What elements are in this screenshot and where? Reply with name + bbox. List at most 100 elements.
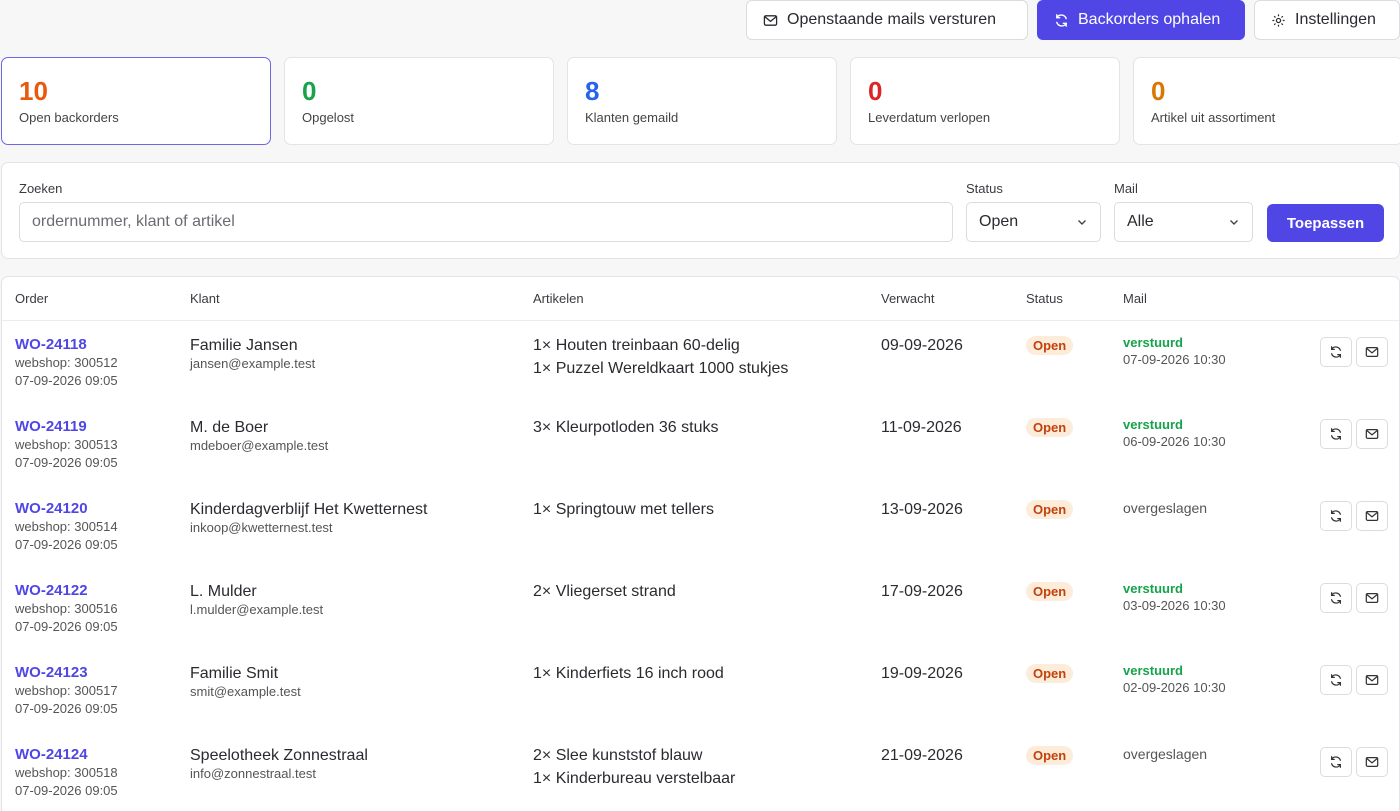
order-created: 07-09-2026 09:05 <box>15 373 118 388</box>
order-cell: WO-24124 webshop: 300518 07-09-2026 09:0… <box>15 746 118 800</box>
col-mail: Mail <box>1123 291 1147 306</box>
row-mail-button[interactable] <box>1356 665 1388 695</box>
row-refresh-button[interactable] <box>1320 419 1352 449</box>
customer-cell: Speelotheek Zonnestraal info@zonnestraal… <box>190 746 368 783</box>
status-select[interactable]: Open <box>966 202 1101 242</box>
stat-value: 0 <box>1151 76 1166 106</box>
col-items: Artikelen <box>533 291 584 306</box>
customer-name: Familie Jansen <box>190 337 298 354</box>
stat-card-delivery-expired[interactable]: 0 Leverdatum verlopen <box>850 57 1120 145</box>
row-refresh-button[interactable] <box>1320 665 1352 695</box>
mail-cell: verstuurd 03-09-2026 10:30 <box>1123 581 1226 615</box>
customer-name: Speelotheek Zonnestraal <box>190 747 368 764</box>
mail-date: 07-09-2026 10:30 <box>1123 352 1226 367</box>
status-badge: Open <box>1026 664 1074 683</box>
order-cell: WO-24118 webshop: 300512 07-09-2026 09:0… <box>15 336 118 390</box>
refresh-icon <box>1331 592 1341 604</box>
table-row: WO-24122 webshop: 300516 07-09-2026 09:0… <box>2 567 1399 649</box>
stat-label: Leverdatum verlopen <box>868 110 991 125</box>
expected-date: 11-09-2026 <box>881 419 962 436</box>
stat-label: Open backorders <box>19 110 119 125</box>
order-cell: WO-24119 webshop: 300513 07-09-2026 09:0… <box>15 418 118 472</box>
apply-button[interactable]: Toepassen <box>1267 204 1384 242</box>
customer-email: l.mulder@example.test <box>190 602 324 617</box>
stat-label: Klanten gemaild <box>585 110 679 125</box>
table-row: WO-24119 webshop: 300513 07-09-2026 09:0… <box>2 403 1399 485</box>
settings-button[interactable]: Instellingen <box>1254 0 1400 40</box>
row-refresh-button[interactable] <box>1320 747 1352 777</box>
row-refresh-button[interactable] <box>1320 337 1352 367</box>
row-mail-button[interactable] <box>1356 747 1388 777</box>
customer-cell: Familie Smit smit@example.test <box>190 664 301 701</box>
stat-label: Opgelost <box>302 110 355 125</box>
order-link[interactable]: WO-24124 <box>15 746 118 764</box>
expected-cell: 17-09-2026 <box>881 582 963 601</box>
webshop-id: webshop: 300516 <box>15 601 118 616</box>
expected-date: 13-09-2026 <box>881 501 963 518</box>
items-cell: 2× Vliegerset strand <box>533 580 676 603</box>
customer-email: info@zonnestraal.test <box>190 766 316 781</box>
item-line: 1× Puzzel Wereldkaart 1000 stukjes <box>533 360 789 377</box>
stat-card-resolved[interactable]: 0 Opgelost <box>284 57 554 145</box>
col-status: Status <box>1026 291 1063 306</box>
mail-status: verstuurd <box>1123 663 1183 678</box>
gear-icon <box>1272 13 1285 27</box>
customer-cell: Familie Jansen jansen@example.test <box>190 336 315 373</box>
expected-date: 21-09-2026 <box>881 747 963 764</box>
mail-status: verstuurd <box>1123 417 1183 432</box>
expected-cell: 21-09-2026 <box>881 746 963 765</box>
stat-card-open-backorders[interactable]: 10 Open backorders <box>1 57 271 145</box>
order-link[interactable]: WO-24118 <box>15 336 118 354</box>
row-refresh-button[interactable] <box>1320 583 1352 613</box>
order-link[interactable]: WO-24119 <box>15 418 118 436</box>
mail-icon <box>1365 593 1379 603</box>
row-refresh-button[interactable] <box>1320 501 1352 531</box>
order-link[interactable]: WO-24120 <box>15 500 118 518</box>
items-cell: 1× Kinderfiets 16 inch rood <box>533 662 724 685</box>
mail-cell: verstuurd 06-09-2026 10:30 <box>1123 417 1226 451</box>
customer-name: M. de Boer <box>190 419 269 436</box>
order-cell: WO-24120 webshop: 300514 07-09-2026 09:0… <box>15 500 118 554</box>
settings-label: Instellingen <box>1295 11 1376 28</box>
stat-cards: 10 Open backorders 0 Opgelost 8 Klanten … <box>1 57 1400 145</box>
customer-email: jansen@example.test <box>190 356 316 371</box>
refresh-icon <box>1331 756 1341 768</box>
order-cell: WO-24123 webshop: 300517 07-09-2026 09:0… <box>15 664 118 718</box>
order-created: 07-09-2026 09:05 <box>15 455 118 470</box>
table-row: WO-24124 webshop: 300518 07-09-2026 09:0… <box>2 731 1399 811</box>
expected-date: 17-09-2026 <box>881 583 963 600</box>
item-line: 2× Vliegerset strand <box>533 583 676 600</box>
search-placeholder: ordernummer, klant of artikel <box>32 213 235 230</box>
backorders-page: Openstaande mails versturen Backorders o… <box>0 0 1400 811</box>
status-select-value: Open <box>979 213 1019 230</box>
row-mail-button[interactable] <box>1356 337 1388 367</box>
mail-select[interactable]: Alle <box>1114 202 1253 242</box>
send-pending-mails-button[interactable]: Openstaande mails versturen <box>746 0 1028 40</box>
row-mail-button[interactable] <box>1356 419 1388 449</box>
mail-cell: verstuurd 02-09-2026 10:30 <box>1123 663 1226 697</box>
mail-status: verstuurd <box>1123 581 1183 596</box>
item-line: 1× Springtouw met tellers <box>533 501 714 518</box>
status-cell: Open <box>1026 500 1074 519</box>
fetch-backorders-button[interactable]: Backorders ophalen <box>1037 0 1245 40</box>
status-cell: Open <box>1026 418 1074 437</box>
status-cell: Open <box>1026 336 1074 355</box>
search-label: Zoeken <box>19 181 63 196</box>
row-mail-button[interactable] <box>1356 501 1388 531</box>
stat-value: 10 <box>19 76 48 106</box>
customer-cell: Kinderdagverblijf Het Kwetternest inkoop… <box>190 500 427 537</box>
table-row: WO-24120 webshop: 300514 07-09-2026 09:0… <box>2 485 1399 567</box>
order-created: 07-09-2026 09:05 <box>15 619 118 634</box>
stat-card-discontinued[interactable]: 0 Artikel uit assortiment <box>1133 57 1400 145</box>
customer-name: Familie Smit <box>190 665 279 682</box>
status-badge: Open <box>1026 746 1074 765</box>
stat-card-customers-mailed[interactable]: 8 Klanten gemaild <box>567 57 837 145</box>
row-mail-button[interactable] <box>1356 583 1388 613</box>
search-input[interactable]: ordernummer, klant of artikel <box>19 202 953 242</box>
order-link[interactable]: WO-24122 <box>15 582 118 600</box>
webshop-id: webshop: 300518 <box>15 765 118 780</box>
table-row: WO-24123 webshop: 300517 07-09-2026 09:0… <box>2 649 1399 731</box>
order-link[interactable]: WO-24123 <box>15 664 118 682</box>
col-expected: Verwacht <box>881 291 935 306</box>
mail-icon <box>1365 757 1379 767</box>
